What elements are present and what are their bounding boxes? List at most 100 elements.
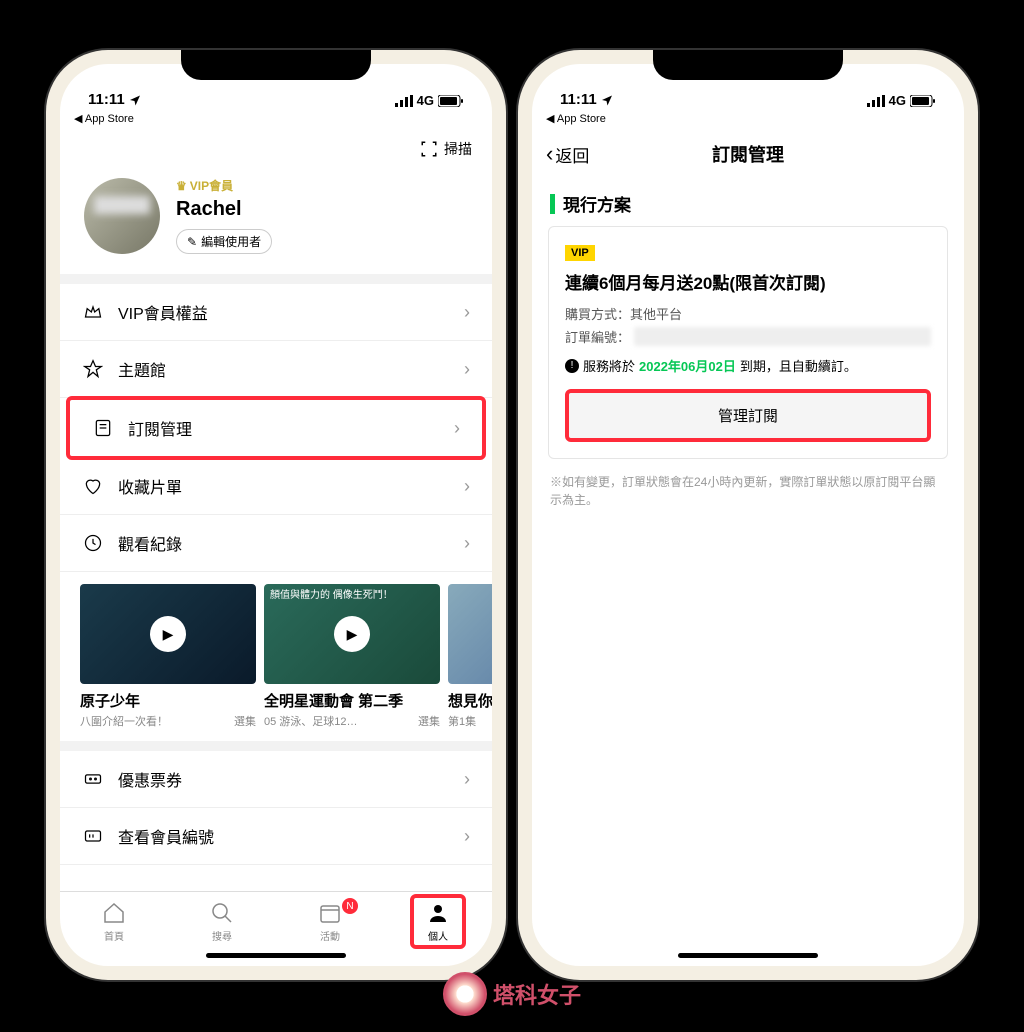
crown-icon [82, 302, 104, 322]
thumbnail-subtitle: 05 游泳、足球12… [264, 713, 358, 729]
tab-label: 搜尋 [212, 928, 232, 943]
search-icon [210, 900, 234, 926]
battery-icon [910, 95, 936, 107]
thumbnail-tag: 選集 [234, 713, 256, 729]
pencil-icon: ✎ [187, 235, 197, 249]
back-button[interactable]: ‹ 返回 [546, 141, 589, 167]
chevron-right-icon: › [464, 769, 470, 790]
recent-thumbnails[interactable]: ▶ 原子少年 八圍介紹一次看！ 選集 顏值與體力的 偶像生死鬥！ ▶ 全明星運動會… [60, 572, 492, 741]
tab-activity[interactable]: N 活動 [276, 900, 384, 943]
thumbnail-item[interactable]: ▶ 原子少年 八圍介紹一次看！ 選集 [80, 584, 256, 729]
chevron-right-icon: › [464, 826, 470, 847]
clock-icon [82, 533, 104, 553]
edit-user-button[interactable]: ✎ 編輯使用者 [176, 229, 272, 254]
menu-list: VIP會員權益 › 主題館 › 訂閱管理 › 收藏片單 › 觀看紀錄 › [60, 284, 492, 572]
thumbnail-subtitle: 八圍介紹一次看！ [80, 713, 168, 729]
thumbnail-banner: 顏值與體力的 偶像生死鬥！ [270, 590, 393, 601]
tab-search[interactable]: 搜尋 [168, 900, 276, 943]
home-indicator[interactable] [678, 953, 818, 958]
chevron-left-icon: ‹ [546, 141, 553, 167]
screen-profile: 11:11 4G ◀ App Store 掃描 [60, 64, 492, 966]
menu-label: VIP會員權益 [118, 300, 450, 324]
menu-themes[interactable]: 主題館 › [60, 341, 492, 398]
status-time: 11:11 [88, 91, 125, 108]
back-label: 返回 [555, 142, 589, 167]
purchase-method-row: 購買方式：其他平台 [565, 304, 931, 323]
chevron-right-icon: › [464, 533, 470, 554]
status-network: 4G [889, 93, 906, 108]
thumbnail-item[interactable]: 想見你 第1集 [448, 584, 492, 729]
menu-label: 收藏片單 [118, 474, 450, 498]
back-to-appstore[interactable]: ◀ App Store [532, 112, 964, 131]
expiry-date: 2022年06月02日 [639, 356, 736, 375]
username: Rachel [176, 198, 272, 221]
thumbnail-subtitle: 第1集 [448, 713, 476, 729]
menu-label: 訂閱管理 [128, 416, 440, 440]
disclaimer-text: ※如有變更，訂單狀態會在24小時內更新，實際訂單狀態以原訂閱平台顯示為主。 [532, 459, 964, 523]
scan-button[interactable]: 掃描 [60, 131, 492, 167]
heart-icon [82, 476, 104, 496]
thumbnail-image [448, 584, 492, 684]
play-icon[interactable]: ▶ [150, 616, 186, 652]
thumbnail-title: 全明星運動會 第二季 [264, 690, 440, 711]
thumbnail-image: 顏值與體力的 偶像生死鬥！ ▶ [264, 584, 440, 684]
star-icon [82, 359, 104, 379]
back-to-appstore[interactable]: ◀ App Store [60, 112, 492, 131]
menu-label: 優惠票券 [118, 767, 450, 791]
thumbnail-title: 原子少年 [80, 690, 256, 711]
notch [181, 50, 371, 80]
tab-bar: 首頁 搜尋 N 活動 個人 [60, 891, 492, 947]
chevron-right-icon: › [464, 476, 470, 497]
calendar-icon [318, 900, 342, 926]
plan-title: 連續6個月每月送20點(限首次訂閱) [565, 269, 931, 294]
watermark: 塔科女子 [443, 972, 581, 1016]
scan-icon [420, 140, 438, 158]
notification-badge: N [342, 898, 358, 914]
menu-member-id[interactable]: 查看會員編號 › [60, 808, 492, 865]
tab-label: 活動 [320, 928, 340, 943]
tab-home[interactable]: 首頁 [60, 900, 168, 943]
signal-icon [867, 95, 885, 107]
menu-favorites[interactable]: 收藏片單 › [60, 458, 492, 515]
signal-icon [395, 95, 413, 107]
menu-subscription[interactable]: 訂閱管理 › [66, 396, 486, 460]
section-header: 現行方案 [532, 177, 964, 226]
location-icon [601, 94, 613, 106]
thumbnail-image: ▶ [80, 584, 256, 684]
vip-badge: VIP [565, 245, 595, 261]
menu-history[interactable]: 觀看紀錄 › [60, 515, 492, 572]
expiry-row: ! 服務將於 2022年06月02日 到期，且自動續訂。 [565, 356, 931, 375]
separator [60, 274, 492, 284]
thumbnail-item[interactable]: 顏值與體力的 偶像生死鬥！ ▶ 全明星運動會 第二季 05 游泳、足球12… 選集 [264, 584, 440, 729]
thumbnail-tag: 選集 [418, 713, 440, 729]
section-title: 現行方案 [563, 191, 631, 216]
tab-personal[interactable]: 個人 [384, 900, 492, 943]
chevron-right-icon: › [464, 359, 470, 380]
home-indicator[interactable] [206, 953, 346, 958]
play-icon[interactable]: ▶ [334, 616, 370, 652]
id-icon [82, 826, 104, 846]
menu-label: 主題館 [118, 357, 450, 381]
crown-icon: ♛ [176, 179, 187, 193]
phone-right: 11:11 4G ◀ App Store ‹ 返回 訂閱管理 現行方案 VIP … [518, 50, 978, 980]
edit-user-label: 編輯使用者 [201, 233, 261, 250]
page-title: 訂閱管理 [532, 141, 964, 167]
menu-label: 查看會員編號 [118, 824, 450, 848]
chevron-right-icon: › [464, 302, 470, 323]
tab-label: 首頁 [104, 928, 124, 943]
manage-subscription-button[interactable]: 管理訂閱 [565, 389, 931, 442]
menu-label: 觀看紀錄 [118, 531, 450, 555]
menu-coupons[interactable]: 優惠票券 › [60, 751, 492, 808]
order-number-row: 訂單編號：xxxxxxxxxxxxxxx [565, 327, 931, 346]
plan-card: VIP 連續6個月每月送20點(限首次訂閱) 購買方式：其他平台 訂單編號：xx… [548, 226, 948, 459]
thumbnail-title: 想見你 [448, 690, 492, 711]
watermark-text: 塔科女子 [493, 978, 581, 1010]
chevron-right-icon: › [454, 418, 460, 439]
nav-bar: ‹ 返回 訂閱管理 [532, 131, 964, 177]
scan-label: 掃描 [444, 139, 472, 159]
menu-vip-rights[interactable]: VIP會員權益 › [60, 284, 492, 341]
battery-icon [438, 95, 464, 107]
avatar[interactable] [84, 178, 160, 254]
phone-left: 11:11 4G ◀ App Store 掃描 [46, 50, 506, 980]
watermark-icon [443, 972, 487, 1016]
